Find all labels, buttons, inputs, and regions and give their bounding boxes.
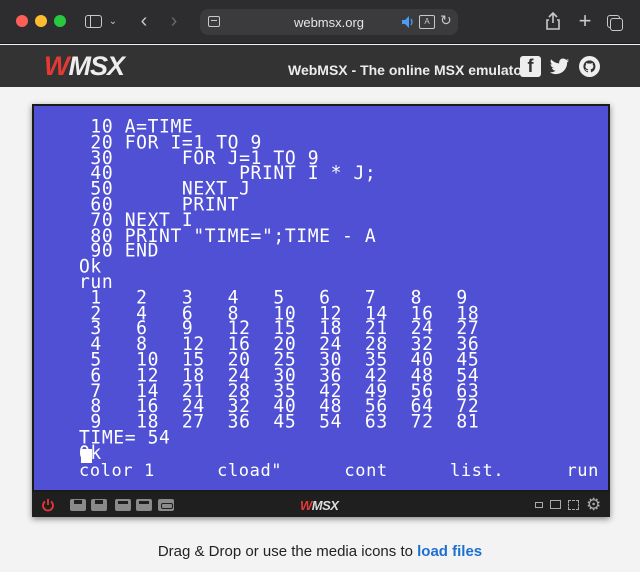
basic-program-output: 10 A=TIME 20 FOR I=1 TO 9 30 FOR J=1 TO … <box>79 115 480 462</box>
browser-toolbar: ⌄ ‹ › webmsx.org A ↻ + <box>0 0 640 44</box>
fullscreen-icon[interactable] <box>568 500 579 510</box>
plus-icon[interactable]: + <box>576 8 594 33</box>
disk-b-icon[interactable] <box>91 499 107 511</box>
function-key-4: list. <box>450 461 505 481</box>
function-key-2: cload" <box>217 461 283 481</box>
tabs-icon[interactable] <box>604 10 623 32</box>
speaker-icon[interactable] <box>401 13 415 31</box>
site-header: WMSX WebMSX - The online MSX emulator f <box>0 45 640 87</box>
load-files-link[interactable]: load files <box>417 543 482 560</box>
msx-screen[interactable]: 10 A=TIME 20 FOR I=1 TO 9 30 FOR J=1 TO … <box>34 106 608 490</box>
power-icon[interactable] <box>41 498 55 511</box>
msx-emulator: 10 A=TIME 20 FOR I=1 TO 9 30 FOR J=1 TO … <box>32 104 610 517</box>
webmsx-bar-logo: WMSX <box>300 498 339 513</box>
close-window-button[interactable] <box>16 15 28 27</box>
minimize-window-button[interactable] <box>35 15 47 27</box>
function-key-5: run <box>566 461 599 481</box>
tape-icon[interactable] <box>158 499 174 511</box>
webmsx-logo[interactable]: WMSX <box>44 53 125 80</box>
back-icon[interactable]: ‹ <box>134 10 154 32</box>
load-files-hint: Drag & Drop or use the media icons to lo… <box>157 543 483 560</box>
window-normal-icon[interactable] <box>550 500 561 509</box>
cartridge-2-icon[interactable] <box>136 499 152 511</box>
cartridge-1-icon[interactable] <box>115 499 131 511</box>
zoom-window-button[interactable] <box>54 15 66 27</box>
window-small-icon[interactable] <box>535 502 543 508</box>
address-bar[interactable]: webmsx.org A ↻ <box>200 9 458 35</box>
function-key-1: color 1 <box>79 461 155 481</box>
disk-a-icon[interactable] <box>70 499 86 511</box>
emulator-control-bar: WMSX ⚙ <box>32 492 610 517</box>
share-icon[interactable] <box>544 10 562 32</box>
site-title: WebMSX - The online MSX emulator <box>288 62 528 78</box>
function-key-3: cont <box>344 461 388 481</box>
function-key-bar: color 1 cload" cont list. run <box>79 461 599 481</box>
sidebar-icon[interactable] <box>82 10 104 32</box>
reload-icon[interactable]: ↻ <box>440 12 452 29</box>
translate-icon[interactable]: A <box>419 15 435 29</box>
facebook-icon[interactable]: f <box>520 56 541 77</box>
twitter-icon[interactable] <box>549 56 570 77</box>
chevron-down-icon[interactable]: ⌄ <box>106 10 120 32</box>
forward-icon[interactable]: › <box>164 10 184 32</box>
settings-icon[interactable]: ⚙ <box>586 495 601 515</box>
github-icon[interactable] <box>579 56 600 77</box>
